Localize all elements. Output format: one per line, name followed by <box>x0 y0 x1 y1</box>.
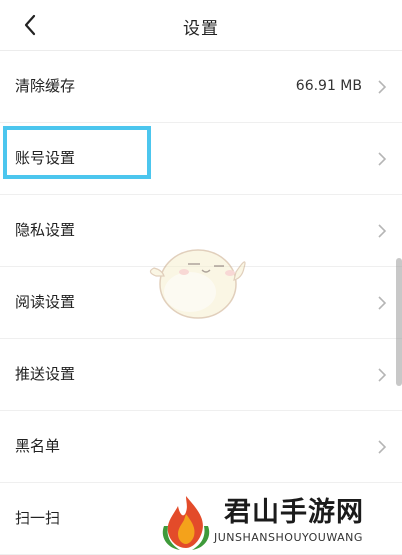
page-title: 设置 <box>183 19 219 39</box>
cache-size-value: 66.91 MB <box>295 78 362 94</box>
watermark-name: 君山手游网 <box>224 497 364 528</box>
settings-item-account[interactable]: 账号设置 <box>0 123 402 195</box>
settings-item-label: 阅读设置 <box>15 293 76 311</box>
flame-logo-icon <box>162 496 210 550</box>
settings-item-clear-cache[interactable]: 清除缓存 66.91 MB <box>0 51 402 123</box>
settings-item-label: 隐私设置 <box>15 221 76 239</box>
chevron-right-icon <box>378 296 387 310</box>
watermark: 君山手游网 JUNSHANSHOUYOUWANG <box>152 490 402 553</box>
chevron-right-icon <box>378 80 387 94</box>
settings-item-label: 扫一扫 <box>15 509 61 527</box>
scrollbar[interactable] <box>396 258 402 386</box>
mascot-illustration <box>149 249 246 319</box>
settings-item-blacklist[interactable]: 黑名单 <box>0 411 402 483</box>
settings-item-label: 清除缓存 <box>15 77 76 95</box>
watermark-subtitle: JUNSHANSHOUYOUWANG <box>214 531 363 544</box>
top-bar: 设置 <box>0 0 402 51</box>
settings-item-label: 黑名单 <box>15 437 61 455</box>
settings-item-label: 账号设置 <box>15 149 76 167</box>
chevron-right-icon <box>378 224 387 238</box>
settings-item-push[interactable]: 推送设置 <box>0 339 402 411</box>
chevron-right-icon <box>378 368 387 382</box>
chevron-right-icon <box>378 152 387 166</box>
chevron-right-icon <box>378 440 387 454</box>
settings-item-label: 推送设置 <box>15 365 76 383</box>
